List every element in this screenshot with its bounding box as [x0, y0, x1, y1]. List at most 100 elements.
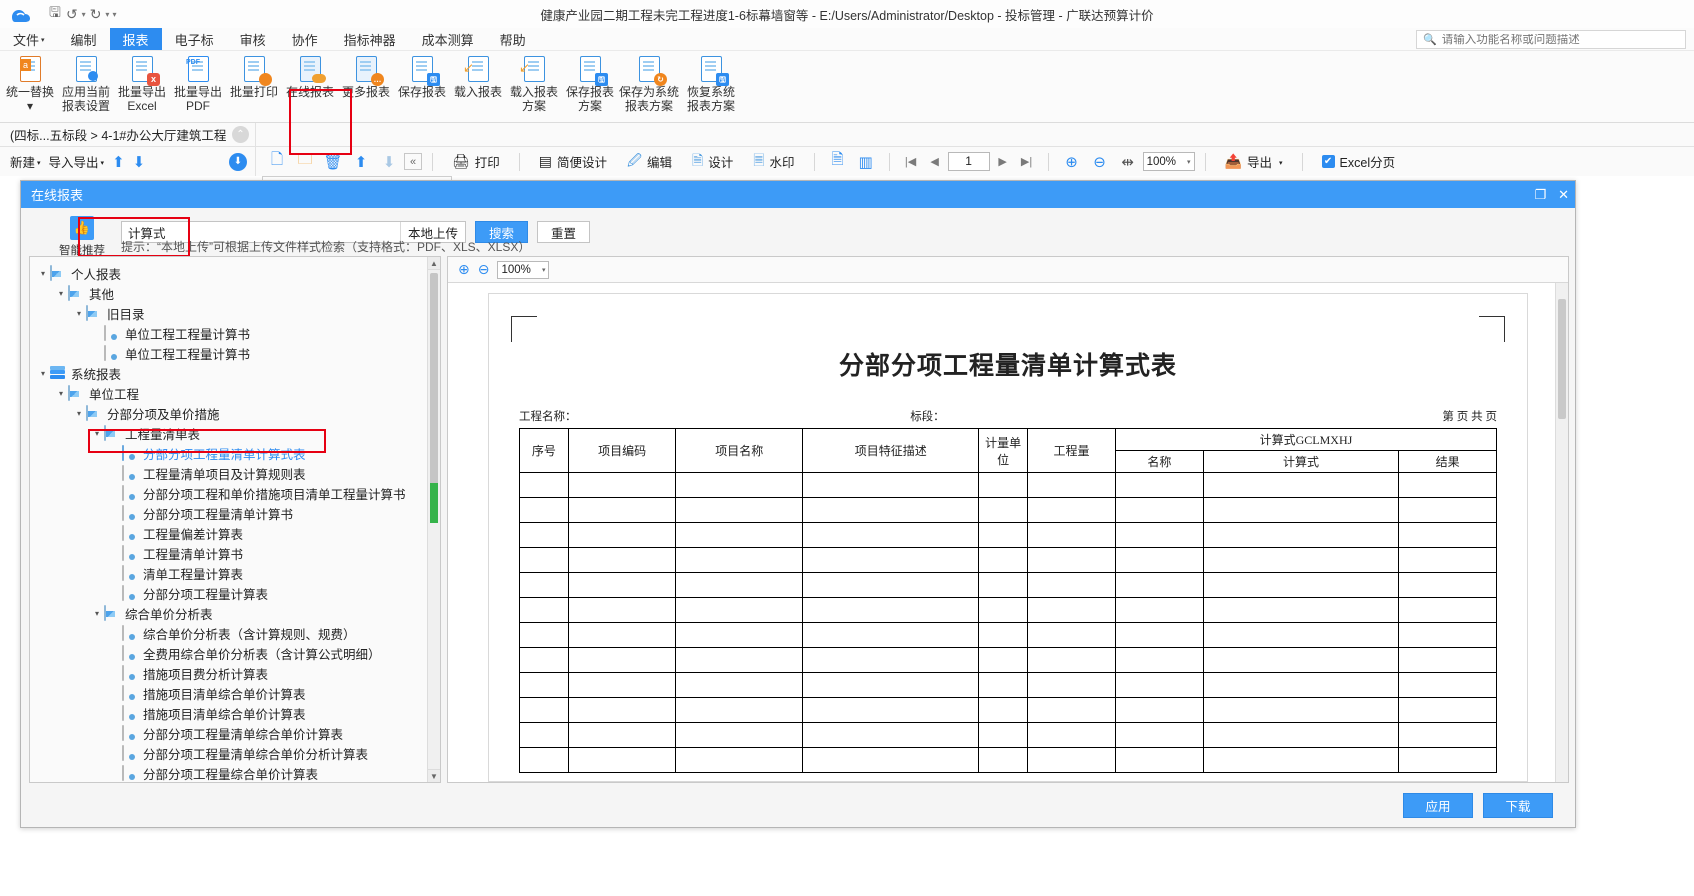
ribbon-save-as-system-scheme[interactable]: ↻ 保存为系统 报表方案 [618, 51, 680, 113]
undo-icon[interactable]: ↺ [65, 6, 79, 23]
reset-button[interactable]: 重置 [537, 221, 591, 243]
first-page-button[interactable]: |◀ [900, 155, 922, 168]
global-search-input[interactable] [1441, 33, 1679, 46]
ribbon-batch-export-excel[interactable]: x 批量导出 Excel [114, 51, 170, 113]
tree-item[interactable]: ▾ 系统报表 [36, 363, 428, 383]
ribbon-online-report[interactable]: 在线报表 [282, 51, 338, 99]
menu-audit[interactable]: 审核 [227, 28, 279, 50]
customize-qat-icon[interactable]: ▾ [112, 10, 116, 19]
chevron-down-icon[interactable]: ▾ [72, 409, 86, 418]
edit-button[interactable]: 🖉 编辑 [618, 150, 681, 174]
ribbon-load-report[interactable]: ↙ 载入报表 [450, 51, 506, 99]
tree-item[interactable]: 单位工程工程量计算书 [36, 323, 428, 343]
import-export-button[interactable]: 导入导出 ▾ [49, 152, 105, 171]
ribbon-apply-current-settings[interactable]: 应用当前 报表设置 [58, 51, 114, 113]
print-button[interactable]: 🖨 打印 [443, 150, 509, 174]
tree-item[interactable]: 分部分项工程量清单计算书 [36, 503, 428, 523]
simple-design-button[interactable]: ▤ 简便设计 [530, 150, 616, 174]
new-button[interactable]: 新建 ▾ [10, 152, 41, 171]
preview-scrollbar[interactable] [1555, 283, 1568, 782]
tree-item[interactable]: ▾ 分部分项及单价措施 [36, 403, 428, 423]
chevron-down-icon[interactable]: ▾ [90, 429, 104, 438]
double-page-icon[interactable]: ▥ [853, 150, 879, 174]
scroll-up-icon[interactable]: ▲ [428, 257, 440, 270]
chevron-down-icon[interactable]: ▾ [36, 269, 50, 278]
fit-width-icon[interactable]: ⇹ [1115, 150, 1141, 174]
tree-item[interactable]: 全费用综合单价分析表（含计算公式明细） [36, 643, 428, 663]
global-search-box[interactable]: 🔍 [1416, 30, 1686, 49]
menu-indicator-tool[interactable]: 指标神器 [331, 28, 409, 50]
tree-item[interactable]: 综合单价分析表（含计算规则、规费） [36, 623, 428, 643]
menu-ebid[interactable]: 电子标 [162, 28, 227, 50]
page-number-input[interactable]: 1 [947, 152, 990, 171]
breadcrumb[interactable]: (四标...五标段 > 4-1#办公大厅建筑工程 ⌃ [0, 123, 256, 146]
close-icon[interactable]: ✕ [1558, 187, 1569, 203]
prev-page-button[interactable]: ◀ [924, 155, 946, 168]
save-icon[interactable]: 🖫 [48, 2, 62, 26]
ribbon-restore-system-scheme[interactable]: 🖫 恢复系统 报表方案 [680, 51, 742, 113]
tree-item[interactable]: 措施项目费分析计算表 [36, 663, 428, 683]
tree-item[interactable]: 分部分项工程量清单综合单价计算表 [36, 723, 428, 743]
arrow-down-icon[interactable]: ⬇ [133, 153, 146, 171]
ribbon-save-report[interactable]: 🖫 保存报表 [394, 51, 450, 99]
menu-file[interactable]: 文件 ▾ [0, 28, 58, 50]
zoom-out-icon[interactable]: ⊖ [1087, 150, 1113, 174]
add-folder-icon[interactable]: 🗀 [292, 150, 318, 174]
tree-item[interactable]: 清单工程量计算表 [36, 563, 428, 583]
tree-scrollbar[interactable]: ▲ ▼ [427, 257, 440, 782]
ribbon-save-report-scheme[interactable]: 🖫 保存报表 方案 [562, 51, 618, 113]
ribbon-batch-export-pdf[interactable]: PDF 批量导出 PDF [170, 51, 226, 113]
ribbon-load-report-scheme[interactable]: ↙ 载入报表 方案 [506, 51, 562, 113]
tree-item[interactable]: 措施项目清单综合单价计算表 [36, 683, 428, 703]
undo-caret-icon[interactable]: ▾ [82, 10, 86, 19]
add-doc-icon[interactable]: 🗋 [264, 150, 290, 174]
zoom-in-icon[interactable]: ⊕ [458, 261, 470, 278]
tree-item[interactable]: 分部分项工程量计算表 [36, 583, 428, 603]
last-page-button[interactable]: ▶| [1016, 155, 1038, 168]
tree-item[interactable]: 分部分项工程量清单综合单价分析计算表 [36, 743, 428, 763]
chevron-down-icon[interactable]: ▾ [54, 289, 68, 298]
chevron-down-icon[interactable]: ▾ [36, 369, 50, 378]
ribbon-unified-replace[interactable]: a 统一替换 ▾ [2, 51, 58, 113]
menu-compile[interactable]: 编制 [58, 28, 110, 50]
zoom-level-select[interactable]: 100% ▾ [1142, 152, 1195, 171]
tree-item[interactable]: 措施项目清单综合单价计算表 [36, 703, 428, 723]
report-tree[interactable]: ▾ 个人报表 ▾ 其他 ▾ 旧目录 单位工程工程量计算书 单位工程工程量计算书 ▾ 系统报表 ▾ 单位… [30, 257, 428, 782]
tree-item[interactable]: 工程量清单项目及计算规则表 [36, 463, 428, 483]
single-page-icon[interactable]: 🗎 [825, 150, 851, 174]
ribbon-more-reports[interactable]: … 更多报表 [338, 51, 394, 99]
move-up-icon[interactable]: ⬆ [348, 150, 374, 174]
export-button[interactable]: 📤 导出 ▾ [1216, 150, 1292, 174]
scrollbar-thumb[interactable] [430, 273, 438, 511]
zoom-in-icon[interactable]: ⊕ [1059, 150, 1085, 174]
tree-item[interactable]: ▾ 综合单价分析表 [36, 603, 428, 623]
chevron-down-icon[interactable]: ▾ [72, 309, 86, 318]
preview-zoom-select[interactable]: 100% ▾ [497, 260, 550, 279]
tree-item[interactable]: ▾ 个人报表 [36, 263, 428, 283]
delete-icon[interactable]: 🗑 [320, 150, 346, 174]
chevron-up-icon[interactable]: ⌃ [232, 126, 249, 143]
chevron-down-icon[interactable]: ▾ [54, 389, 68, 398]
zoom-out-icon[interactable]: ⊖ [478, 261, 490, 278]
menu-help[interactable]: 帮助 [487, 28, 539, 50]
minimize-icon[interactable]: ❐ [1534, 187, 1546, 203]
collapse-icon[interactable]: « [404, 153, 422, 170]
ribbon-batch-print[interactable]: 批量打印 [226, 51, 282, 99]
scroll-down-icon[interactable]: ▼ [428, 769, 440, 782]
menu-report[interactable]: 报表 [109, 28, 162, 50]
menu-cost-estimate[interactable]: 成本测算 [409, 28, 487, 50]
tree-item[interactable]: 分部分项工程和单价措施项目清单工程量计算书 [36, 483, 428, 503]
menu-collaborate[interactable]: 协作 [279, 28, 331, 50]
design-button[interactable]: 🗎 设计 [683, 150, 742, 174]
excel-paging-checkbox[interactable]: ✔ Excel分页 [1313, 150, 1405, 174]
redo-caret-icon[interactable]: ▾ [105, 10, 109, 19]
smart-recommend-button[interactable]: 👍 智能推荐 [53, 216, 111, 258]
tree-item[interactable]: ▾ 工程量清单表 [36, 423, 428, 443]
tree-item[interactable]: 分部分项工程量清单计算式表 [36, 443, 428, 463]
chevron-down-icon[interactable]: ▾ [90, 609, 104, 618]
tree-item[interactable]: ▾ 其他 [36, 283, 428, 303]
quick-access-toolbar[interactable]: 🖫 ↺ ▾ ↻ ▾ ▾ [48, 2, 116, 26]
tree-item[interactable]: 工程量偏差计算表 [36, 523, 428, 543]
tree-item[interactable]: 单位工程工程量计算书 [36, 343, 428, 363]
move-down-icon[interactable]: ⬇ [376, 150, 402, 174]
